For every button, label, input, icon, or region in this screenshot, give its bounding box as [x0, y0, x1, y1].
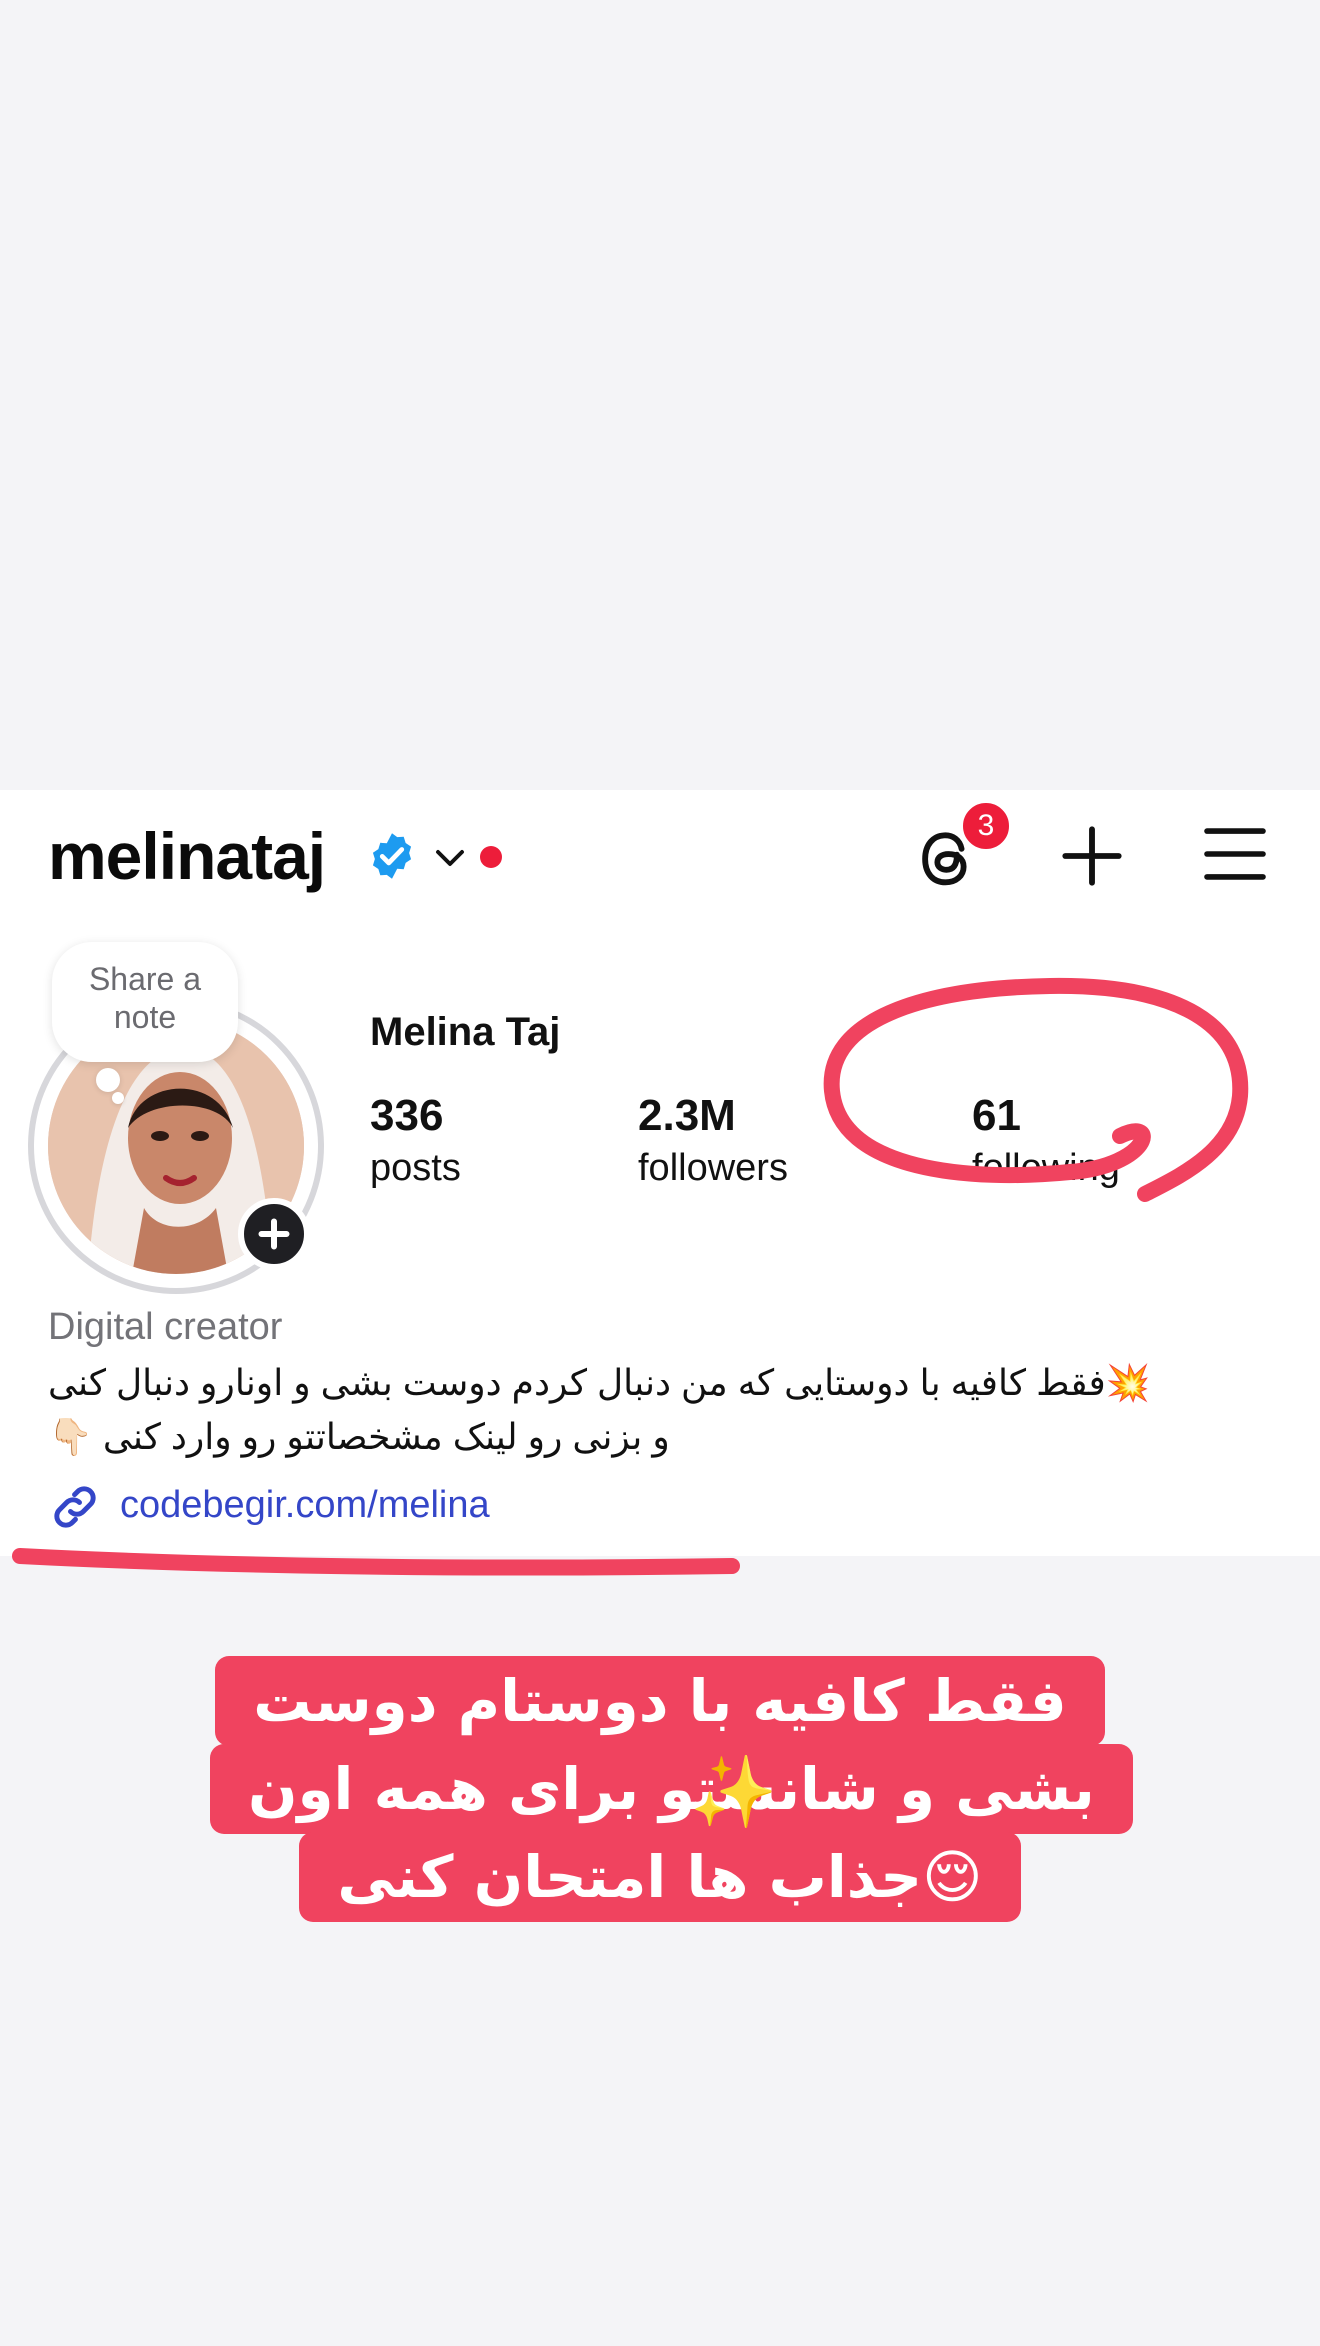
caption-line-text: جذاب ها امتحان کنی: [337, 1843, 923, 1911]
note-bubble-tail: [96, 1068, 120, 1092]
plus-small-icon: [258, 1218, 290, 1250]
profile-header: melinataj 3: [0, 790, 1320, 920]
underline-annotation: [12, 1548, 740, 1576]
profile-category: Digital creator: [48, 1306, 283, 1348]
add-story-button[interactable]: [238, 1198, 310, 1270]
bio-line: و بزنی رو لینک مشخصاتتو رو وارد کنی 👇🏻: [48, 1416, 670, 1457]
profile-link-text[interactable]: codebegir.com/melina: [120, 1484, 490, 1527]
followers-label: followers: [638, 1147, 788, 1189]
new-activity-dot: [480, 846, 502, 868]
note-bubble-tail-small: [112, 1092, 124, 1104]
caption-emoji: 😌: [922, 1843, 983, 1911]
link-icon: [54, 1486, 96, 1528]
caption-line: بشی و شانستو برای همه اون: [210, 1744, 1133, 1834]
posts-stat[interactable]: 336 posts: [370, 1090, 461, 1194]
verified-badge-icon: [372, 833, 412, 879]
threads-notification-badge: 3: [958, 798, 1014, 854]
username[interactable]: melinataj: [48, 818, 326, 894]
bio-line: 💥فقط کافیه با دوستایی که من دنبال کردم د…: [48, 1362, 1151, 1403]
profile-bio: 💥فقط کافیه با دوستایی که من دنبال کردم د…: [48, 1356, 1268, 1464]
followers-stat[interactable]: 2.3M followers: [638, 1090, 788, 1194]
menu-icon[interactable]: [1204, 826, 1266, 882]
profile-card: melinataj 3 Share a note Melina Taj 336 …: [0, 790, 1320, 1556]
share-note-label: Share a note: [88, 961, 202, 1035]
overlay-caption: فقط کافیه با دوستام دوست بشی و شانستو بر…: [210, 1656, 1133, 1922]
followers-count: 2.3M: [638, 1091, 736, 1140]
sparkles-emoji: ✨: [690, 1753, 778, 1831]
highlight-circle-annotation: [823, 977, 1249, 1202]
caption-line: فقط کافیه با دوستام دوست: [215, 1656, 1105, 1746]
full-name: Melina Taj: [370, 1010, 561, 1054]
plus-icon[interactable]: [1060, 824, 1124, 888]
share-note-bubble[interactable]: Share a note: [52, 942, 238, 1062]
chevron-down-icon[interactable]: [432, 840, 468, 876]
caption-line: 😌جذاب ها امتحان کنی: [299, 1832, 1021, 1922]
posts-count: 336: [370, 1091, 444, 1140]
posts-label: posts: [370, 1147, 461, 1189]
